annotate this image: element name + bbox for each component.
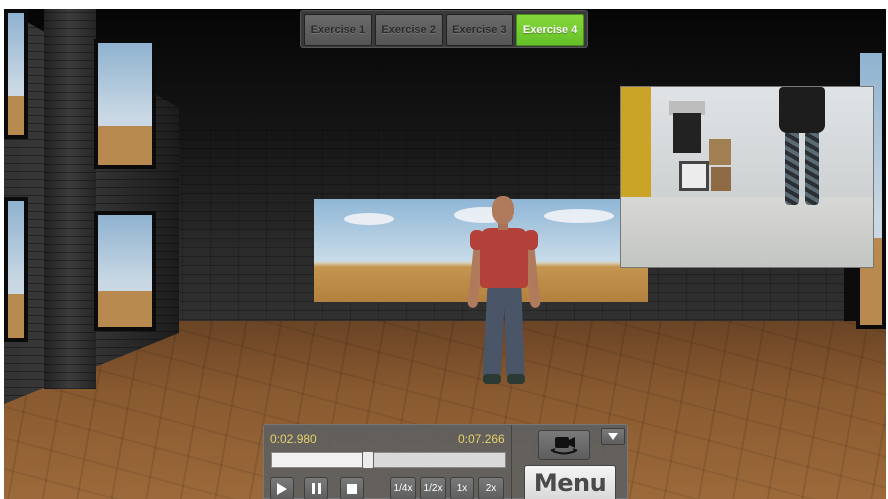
timeline-progress bbox=[272, 453, 368, 467]
pause-button[interactable] bbox=[304, 477, 328, 499]
collapse-panel-button[interactable] bbox=[601, 428, 625, 445]
webcam-feed bbox=[620, 86, 874, 268]
speed-half-button[interactable]: 1/2x bbox=[420, 477, 446, 499]
exercise-tabs: Exercise 1 Exercise 2 Exercise 3 Exercis… bbox=[300, 10, 588, 48]
play-icon bbox=[277, 482, 287, 495]
window bbox=[94, 39, 156, 169]
tab-exercise-3[interactable]: Exercise 3 bbox=[445, 14, 514, 46]
tab-exercise-4[interactable]: Exercise 4 bbox=[516, 14, 584, 46]
tab-exercise-2[interactable]: Exercise 2 bbox=[374, 14, 443, 46]
instructor-avatar bbox=[464, 196, 544, 391]
timeline-thumb[interactable] bbox=[361, 451, 374, 469]
switch-camera-button[interactable] bbox=[538, 430, 590, 460]
window bbox=[94, 211, 156, 331]
brick-pillar bbox=[44, 9, 96, 389]
window bbox=[4, 9, 28, 139]
current-time: 0:02.980 bbox=[270, 432, 317, 446]
total-time: 0:07.266 bbox=[458, 432, 505, 446]
pause-icon bbox=[311, 483, 321, 494]
play-button[interactable] bbox=[270, 477, 294, 499]
playback-panel: 0:02.980 0:07.266 1/4x 1/2x 1x 2x Menu bbox=[263, 424, 628, 499]
timeline-slider[interactable] bbox=[271, 451, 506, 469]
collapse-arrow-icon bbox=[608, 433, 618, 440]
menu-button[interactable]: Menu bbox=[524, 465, 616, 499]
stop-button[interactable] bbox=[340, 477, 364, 499]
switch-camera-icon bbox=[550, 437, 578, 455]
speed-normal-button[interactable]: 1x bbox=[450, 477, 474, 499]
panel-divider bbox=[511, 425, 512, 499]
stop-icon bbox=[347, 483, 357, 494]
window bbox=[4, 197, 28, 342]
tab-exercise-1[interactable]: Exercise 1 bbox=[304, 14, 372, 46]
speed-double-button[interactable]: 2x bbox=[478, 477, 504, 499]
speed-quarter-button[interactable]: 1/4x bbox=[390, 477, 416, 499]
